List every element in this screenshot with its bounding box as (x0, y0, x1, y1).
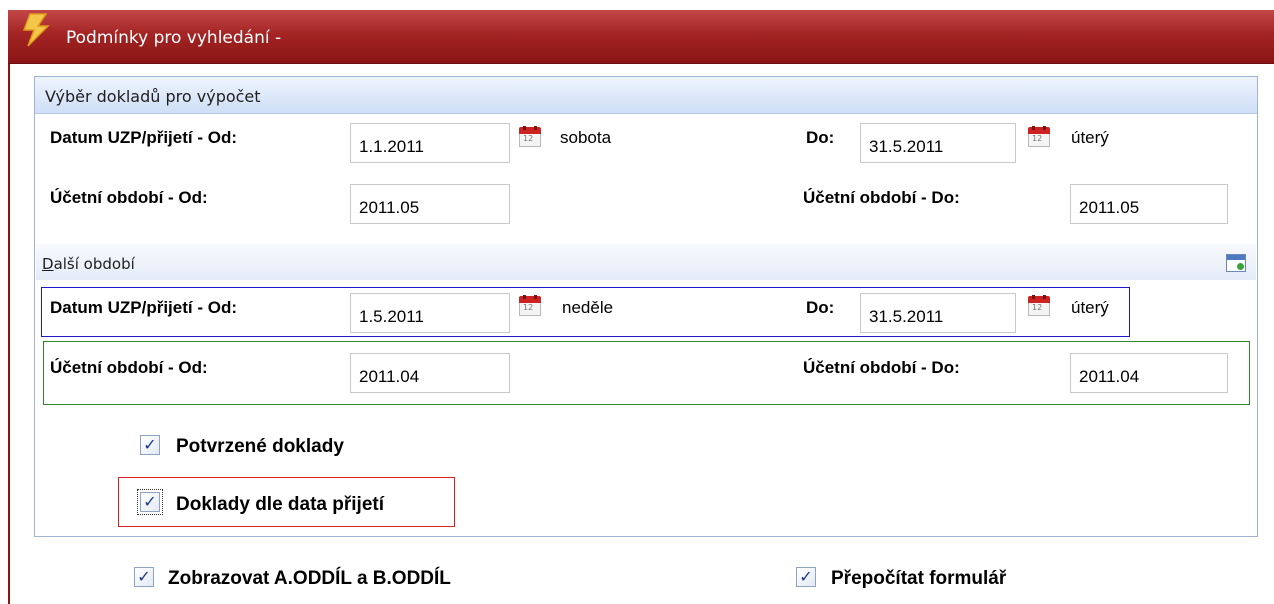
window-title-bar: Podmínky pro vyhledání - (8, 10, 1274, 64)
window-title: Podmínky pro vyhledání - (66, 28, 282, 48)
panel-header: Výběr dokladů pro výpočet (35, 77, 1257, 114)
period-from-input[interactable]: 2011.05 (350, 184, 510, 224)
other-date-from-input[interactable]: 1.5.2011 (350, 293, 510, 333)
recalculate-form-checkbox[interactable]: ✓ (796, 567, 816, 587)
show-sections-checkbox[interactable]: ✓ (134, 567, 154, 587)
docs-by-receipt-label: Doklady dle data přijetí (176, 494, 384, 515)
other-period-header: Další období (36, 244, 1256, 280)
date-from-input[interactable]: 1.1.2011 (350, 123, 510, 163)
date-from-weekday: sobota (560, 128, 612, 147)
other-period-from-label: Účetní období - Od: (50, 358, 208, 377)
date-to-label: Do: (806, 128, 835, 147)
date-from-label: Datum UZP/přijetí - Od: (50, 128, 237, 147)
other-date-to-input[interactable]: 31.5.2011 (860, 293, 1016, 333)
panel-header-label: Výběr dokladů pro výpočet (45, 87, 261, 106)
highlight-green-box (43, 341, 1250, 405)
docs-by-receipt-checkbox[interactable]: ✓ (137, 489, 163, 515)
confirmed-docs-label: Potvrzené doklady (176, 436, 344, 457)
calendar-icon[interactable]: 12 (1028, 126, 1050, 147)
other-period-to-input[interactable]: 2011.04 (1070, 353, 1228, 393)
calendar-icon[interactable]: 12 (519, 295, 541, 316)
other-date-to-weekday: úterý (1071, 298, 1109, 317)
date-to-weekday: úterý (1071, 128, 1109, 147)
other-period-from-input[interactable]: 2011.04 (350, 353, 510, 393)
lightning-logo-icon (22, 13, 50, 47)
other-period-label: Další období (42, 255, 135, 273)
other-date-from-weekday: neděle (562, 298, 614, 317)
left-border (8, 64, 10, 604)
other-date-to-label: Do: (806, 298, 835, 317)
confirmed-docs-checkbox[interactable]: ✓ (140, 435, 160, 455)
period-to-input[interactable]: 2011.05 (1070, 184, 1228, 224)
show-sections-label: Zobrazovat A.ODDÍL a B.ODDÍL (168, 568, 451, 589)
calendar-icon[interactable]: 12 (1028, 295, 1050, 316)
recalculate-form-label: Přepočítat formulář (831, 568, 1007, 589)
other-period-to-label: Účetní období - Do: (803, 358, 960, 377)
expand-window-icon[interactable] (1226, 254, 1246, 272)
date-to-input[interactable]: 31.5.2011 (860, 123, 1016, 163)
period-from-label: Účetní období - Od: (50, 188, 208, 207)
other-date-from-label: Datum UZP/přijetí - Od: (50, 298, 237, 317)
period-to-label: Účetní období - Do: (803, 188, 960, 207)
calendar-icon[interactable]: 12 (519, 126, 541, 147)
